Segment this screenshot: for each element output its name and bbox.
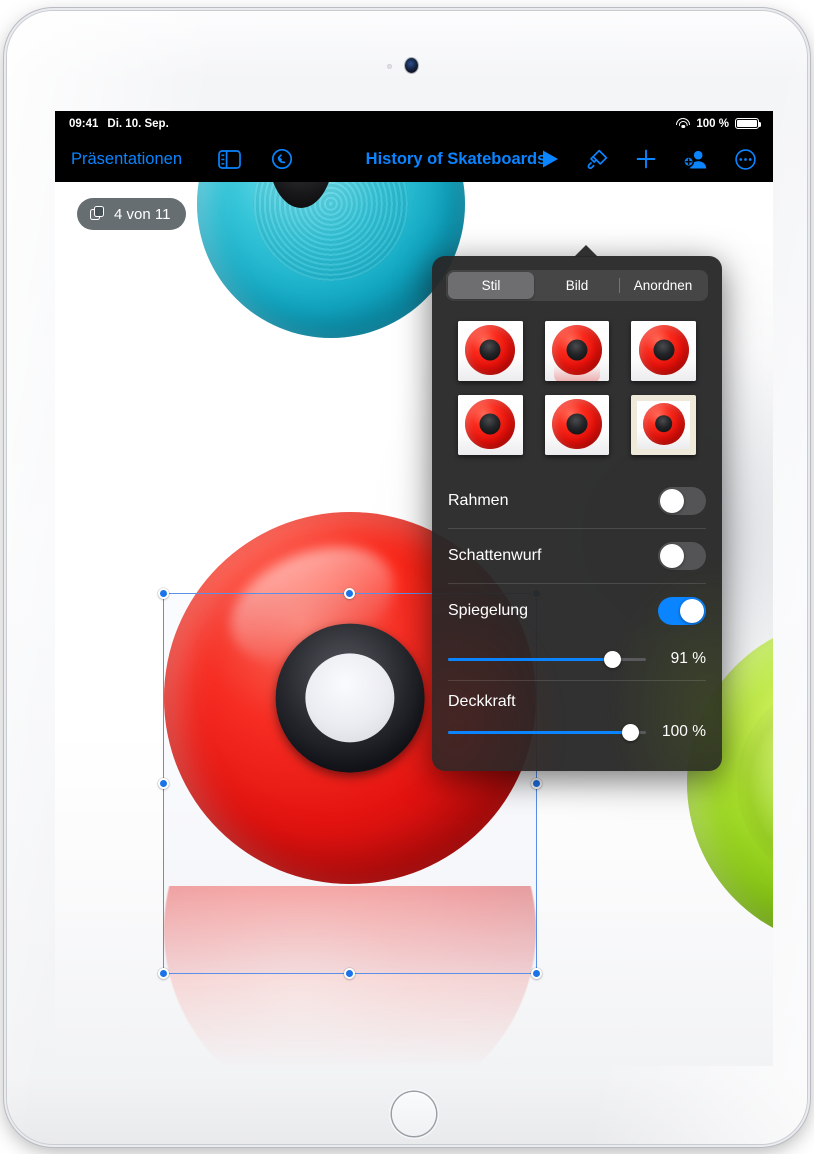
undo-icon[interactable] (271, 148, 293, 170)
reflection-slider-row: 91 % (448, 638, 706, 680)
resize-handle-bottom-right[interactable] (531, 968, 542, 979)
spiegelung-label: Spiegelung (448, 602, 529, 619)
status-bar: 09:41 Di. 10. Sep. 100 % (55, 111, 773, 136)
plus-icon[interactable] (635, 148, 657, 170)
toolbar-left-group (218, 148, 293, 170)
resize-handle-middle-left[interactable] (158, 777, 169, 789)
sidebar-icon[interactable] (218, 149, 241, 169)
brush-icon[interactable] (586, 148, 609, 171)
style-thumbnail-4[interactable] (458, 395, 523, 455)
status-bar-left: 09:41 Di. 10. Sep. (69, 118, 169, 130)
opacity-slider[interactable] (448, 723, 646, 741)
tab-anordnen[interactable]: Anordnen (620, 272, 706, 299)
opacity-value: 100 % (662, 723, 706, 740)
ipad-device: 09:41 Di. 10. Sep. 100 % Präsentationen (7, 11, 807, 1144)
popover-tab-bar: Stil Bild Anordnen (446, 270, 708, 301)
rahmen-label: Rahmen (448, 491, 509, 509)
row-rahmen: Rahmen (448, 473, 706, 528)
front-camera (405, 58, 418, 73)
microphone (387, 64, 392, 69)
image-style-grid (432, 301, 722, 473)
toolbar-right-group (541, 148, 757, 171)
resize-handle-top-center[interactable] (344, 588, 355, 599)
wifi-icon (676, 118, 691, 129)
app-toolbar: Präsentationen History of Skateboards (55, 136, 773, 182)
style-thumbnail-5[interactable] (544, 395, 610, 455)
ellipsis-circle-icon[interactable] (734, 148, 757, 171)
battery-percent: 100 % (696, 117, 729, 130)
reflection-value: 91 % (670, 650, 706, 667)
resize-handle-top-left[interactable] (158, 588, 169, 599)
status-time: 09:41 (69, 117, 99, 130)
battery-icon (735, 117, 762, 130)
status-bar-right: 100 % (676, 117, 762, 130)
resize-handle-bottom-left[interactable] (158, 968, 169, 979)
back-to-presentations-button[interactable]: Präsentationen (71, 150, 182, 169)
slide-counter-label: 4 von 11 (114, 205, 171, 223)
slide-canvas[interactable]: 4 von 11 Stil Bild Anordnen Rahmen Schat… (55, 182, 773, 1066)
spiegelung-toggle[interactable] (658, 597, 706, 625)
status-date: Di. 10. Sep. (107, 117, 169, 130)
reflection-slider[interactable] (448, 650, 646, 668)
play-icon[interactable] (541, 149, 560, 169)
row-spiegelung: Spiegelung (448, 583, 706, 638)
rahmen-toggle[interactable] (658, 486, 706, 515)
home-button[interactable] (392, 1092, 436, 1136)
style-thumbnail-6-selected[interactable] (631, 395, 696, 455)
style-thumbnail-3[interactable] (631, 321, 696, 381)
resize-handle-bottom-center[interactable] (344, 968, 355, 979)
slide-counter-badge[interactable]: 4 von 11 (77, 198, 187, 230)
row-schattenwurf: Schattenwurf (448, 528, 706, 583)
add-person-icon[interactable] (683, 148, 708, 170)
tab-stil[interactable]: Stil (448, 272, 534, 299)
resize-handle-middle-right[interactable] (531, 777, 542, 789)
slides-icon (90, 206, 105, 222)
schattenwurf-label: Schattenwurf (448, 547, 542, 564)
style-thumbnail-1[interactable] (458, 321, 523, 381)
style-thumbnail-2[interactable] (544, 321, 610, 381)
deckkraft-label: Deckkraft (448, 693, 516, 710)
opacity-slider-row: 100 % (448, 711, 706, 753)
screen: 09:41 Di. 10. Sep. 100 % Präsentationen (55, 111, 773, 1066)
format-popover: Stil Bild Anordnen Rahmen Schattenwurf S… (432, 245, 722, 771)
schattenwurf-toggle[interactable] (658, 542, 706, 570)
tab-bild[interactable]: Bild (534, 272, 620, 299)
